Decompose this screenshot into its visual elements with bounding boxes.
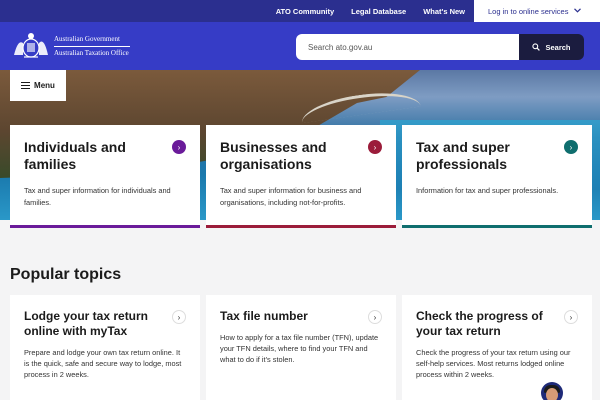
chevron-right-icon: › — [172, 140, 186, 154]
site-header: Australian Government Australian Taxatio… — [0, 22, 600, 70]
chevron-right-icon: › — [368, 140, 382, 154]
card-description: Tax and super information for business a… — [220, 186, 362, 207]
card-accent-bar — [10, 225, 200, 228]
topic-description: How to apply for a tax file number (TFN)… — [220, 333, 379, 364]
whats-new-link[interactable]: What's New — [423, 7, 465, 16]
coat-of-arms-logo[interactable] — [10, 29, 52, 63]
card-title: Tax and super professionals — [416, 139, 510, 172]
utility-bar: ATO Community Legal Database What's New … — [0, 0, 600, 22]
hamburger-icon — [21, 82, 31, 89]
logo-divider — [54, 46, 130, 47]
topic-title: Check the progress of your tax return — [416, 309, 543, 338]
topic-description: Prepare and lodge your own tax return on… — [24, 348, 182, 379]
card-title: Businesses and organisations — [220, 139, 327, 172]
card-description: Information for tax and super profession… — [416, 186, 559, 195]
chevron-right-icon: › — [172, 310, 186, 324]
search-input[interactable]: Search ato.gov.au — [296, 34, 519, 60]
topic-title: Tax file number — [220, 309, 308, 323]
chevron-right-icon: › — [564, 140, 578, 154]
search-icon — [532, 43, 541, 51]
menu-label: Menu — [34, 81, 55, 90]
topic-card-progress[interactable]: Check the progress of your tax return Ch… — [402, 295, 592, 400]
tax-professionals-card[interactable]: Tax and super professionals Information … — [402, 125, 592, 228]
individuals-card[interactable]: Individuals and families Tax and super i… — [10, 125, 200, 228]
card-title: Individuals and families — [24, 139, 126, 172]
topic-title: Lodge your tax return online with myTax — [24, 309, 149, 338]
topic-card-tfn[interactable]: Tax file number How to apply for a tax f… — [206, 295, 396, 400]
utility-links: ATO Community Legal Database What's New — [259, 0, 465, 22]
menu-button[interactable]: Menu — [10, 70, 66, 101]
card-accent-bar — [206, 225, 396, 228]
logo-government-text: Australian Government — [54, 35, 120, 43]
ato-community-link[interactable]: ATO Community — [276, 7, 334, 16]
popular-topics-heading: Popular topics — [10, 266, 122, 283]
chevron-down-icon — [574, 7, 582, 15]
card-accent-bar — [402, 225, 592, 228]
topic-card-mytax[interactable]: Lodge your tax return online with myTax … — [10, 295, 200, 400]
topic-description: Check the progress of your tax return us… — [416, 348, 571, 379]
virtual-assistant-avatar[interactable] — [541, 382, 563, 400]
search-button-label: Search — [545, 42, 571, 52]
search-form: Search ato.gov.au Search — [296, 34, 584, 60]
businesses-card[interactable]: Businesses and organisations Tax and sup… — [206, 125, 396, 228]
chevron-right-icon: › — [368, 310, 382, 324]
login-online-services-button[interactable]: Log in to online services — [474, 0, 600, 22]
login-label: Log in to online services — [488, 6, 569, 16]
search-button[interactable]: Search — [519, 34, 584, 60]
chevron-right-icon: › — [564, 310, 578, 324]
ato-wordmark: Australian Government Australian Taxatio… — [54, 34, 130, 59]
card-description: Tax and super information for individual… — [24, 186, 171, 207]
logo-ato-text: Australian Taxation Office — [54, 49, 129, 57]
legal-database-link[interactable]: Legal Database — [351, 7, 406, 16]
